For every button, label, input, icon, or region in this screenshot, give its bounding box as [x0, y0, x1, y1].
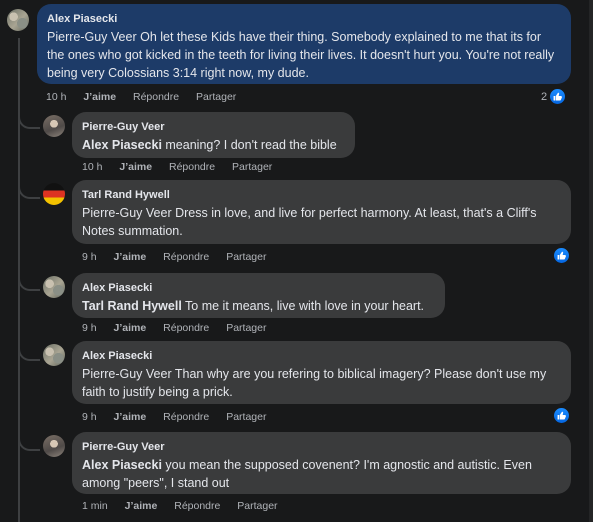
- comment-actions: 9 h J’aime Répondre Partager: [82, 411, 280, 423]
- like-button[interactable]: J’aime: [125, 500, 158, 512]
- avatar[interactable]: [43, 344, 65, 366]
- comment-author[interactable]: Alex Piasecki: [82, 350, 561, 363]
- share-button[interactable]: Partager: [232, 161, 272, 173]
- comment-actions: 9 h J’aime Répondre Partager: [82, 251, 280, 263]
- comment-author[interactable]: Alex Piasecki: [82, 282, 435, 295]
- reaction-summary[interactable]: [554, 248, 569, 263]
- avatar[interactable]: [43, 435, 65, 457]
- comment-text: To me it means, live with love in your h…: [181, 299, 425, 313]
- thumbs-up-icon: [550, 89, 566, 104]
- comment-time[interactable]: 9 h: [82, 251, 97, 263]
- thread-connector: [18, 183, 40, 199]
- comment-bubble: Alex Piasecki Tarl Rand Hywell To me it …: [72, 273, 445, 318]
- reply-button[interactable]: Répondre: [169, 161, 215, 173]
- comment-time[interactable]: 9 h: [82, 411, 97, 423]
- share-button[interactable]: Partager: [226, 411, 266, 423]
- comment-text: Pierre-Guy Veer Dress in love, and live …: [82, 206, 537, 238]
- thread-connector: [18, 345, 40, 361]
- comment-actions: 10 h J’aime Répondre Partager: [82, 161, 286, 173]
- scrollbar-track[interactable]: [589, 0, 593, 522]
- reply-button[interactable]: Répondre: [163, 411, 209, 423]
- thread-connector: [18, 435, 40, 451]
- comment-author[interactable]: Tarl Rand Hywell: [82, 189, 561, 202]
- comment-text: meaning? I don't read the bible: [161, 138, 337, 152]
- comment-time[interactable]: 10 h: [82, 161, 102, 173]
- comment-bubble: Tarl Rand Hywell Pierre-Guy Veer Dress i…: [72, 180, 571, 244]
- mention-link[interactable]: Alex Piasecki: [82, 138, 162, 152]
- mention-link[interactable]: Tarl Rand Hywell: [82, 299, 182, 313]
- comment-text: Pierre-Guy Veer Than why are you referin…: [82, 367, 547, 399]
- reply-button[interactable]: Répondre: [163, 322, 209, 334]
- reaction-summary[interactable]: [554, 408, 569, 423]
- mention-link[interactable]: Alex Piasecki: [82, 458, 162, 472]
- like-button[interactable]: J’aime: [83, 91, 116, 103]
- avatar[interactable]: [43, 183, 65, 205]
- share-button[interactable]: Partager: [226, 322, 266, 334]
- comment-author[interactable]: Alex Piasecki: [47, 13, 561, 26]
- thread-connector: [18, 113, 40, 129]
- like-button[interactable]: J’aime: [119, 161, 152, 173]
- reply-button[interactable]: Répondre: [174, 500, 220, 512]
- comment-actions: 10 h J’aime Répondre Partager: [46, 91, 250, 103]
- comment-author[interactable]: Pierre-Guy Veer: [82, 441, 561, 454]
- reaction-count: 2: [541, 90, 548, 103]
- comment-bubble: Pierre-Guy Veer Alex Piasecki meaning? I…: [72, 112, 355, 158]
- avatar[interactable]: [7, 9, 29, 31]
- comment-time[interactable]: 1 min: [82, 500, 108, 512]
- comment-actions: 1 min J’aime Répondre Partager: [82, 500, 292, 512]
- like-button[interactable]: J’aime: [114, 251, 147, 263]
- share-button[interactable]: Partager: [226, 251, 266, 263]
- reply-button[interactable]: Répondre: [133, 91, 179, 103]
- thread-connector: [18, 275, 40, 291]
- comment-bubble: Alex Piasecki Pierre-Guy Veer Oh let the…: [37, 4, 571, 84]
- reaction-summary[interactable]: 2: [541, 89, 566, 104]
- reply-button[interactable]: Répondre: [163, 251, 209, 263]
- comment-bubble: Alex Piasecki Pierre-Guy Veer Than why a…: [72, 341, 571, 404]
- comment-author[interactable]: Pierre-Guy Veer: [82, 121, 345, 134]
- like-button[interactable]: J’aime: [114, 411, 147, 423]
- avatar[interactable]: [43, 276, 65, 298]
- comment-time[interactable]: 9 h: [82, 322, 97, 334]
- comment-time[interactable]: 10 h: [46, 91, 66, 103]
- like-button[interactable]: J’aime: [114, 322, 147, 334]
- comment-text: Pierre-Guy Veer Oh let these Kids have t…: [47, 30, 555, 80]
- thumbs-up-icon: [554, 408, 569, 423]
- share-button[interactable]: Partager: [237, 500, 277, 512]
- thumbs-up-icon: [554, 248, 569, 263]
- comment-bubble: Pierre-Guy Veer Alex Piasecki you mean t…: [72, 432, 571, 494]
- share-button[interactable]: Partager: [196, 91, 236, 103]
- comment-actions: 9 h J’aime Répondre Partager: [82, 322, 280, 334]
- avatar[interactable]: [43, 115, 65, 137]
